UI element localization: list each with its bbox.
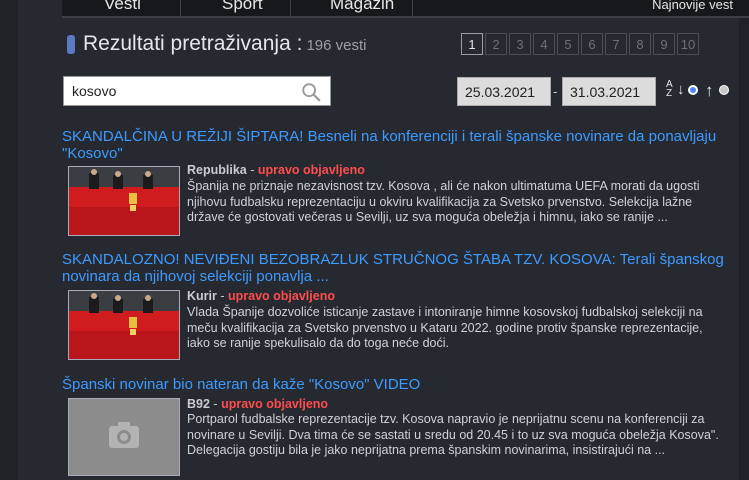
sort-alphabetical-radio[interactable] [688,85,698,95]
nav-divider [290,0,291,16]
article-source[interactable]: Republika [187,163,247,177]
page-button-5[interactable]: 5 [557,33,579,55]
article-source[interactable]: B92 [187,397,210,411]
sort-down-arrow-icon: ↓ [677,81,685,98]
press-conference-image [69,167,179,235]
nav-item-sport[interactable]: Sport [222,0,263,14]
article-thumbnail[interactable] [68,166,180,236]
sort-date-up-arrow-icon[interactable]: ↑ [705,81,714,101]
header-accent-bar [67,35,75,54]
press-conference-image [69,291,179,359]
article-thumbnail-placeholder[interactable] [68,398,180,476]
article-excerpt: Vlada Španije dozvoliće isticanje zastav… [187,305,703,351]
page-edge-right [739,0,749,480]
nav-divider [180,0,181,16]
page-button-3[interactable]: 3 [509,33,531,55]
results-count: 196 vesti [306,37,367,54]
date-to-field[interactable]: 31.03.2021 [562,77,656,106]
nav-item-najnovije[interactable]: Najnovije vest [652,0,733,12]
page-button-6[interactable]: 6 [581,33,603,55]
article-meta: Kurir - upravo objavljeno [187,289,335,304]
nav-item-vesti[interactable]: Vesti [104,0,141,14]
article-excerpt: Španija ne priznaje nezavisnost tzv. Kos… [187,179,700,225]
date-from-field[interactable]: 25.03.2021 [457,77,551,106]
page-edge-left [0,0,18,480]
article-excerpt: Portparol fudbalske reprezentacije tzv. … [187,412,719,458]
meta-separator: - [250,163,255,177]
meta-separator: - [220,289,225,303]
search-input[interactable] [72,83,292,99]
article-badge: upravo objavljeno [257,163,365,177]
page-button-2[interactable]: 2 [485,33,507,55]
top-navigation: Vesti Sport Magazin Najnovije vest [62,0,749,18]
sort-date-radio[interactable] [719,85,729,95]
article-meta: Republika - upravo objavljeno [187,163,365,178]
article-title[interactable]: SKANDALOZNO! NEVIĐENI BEZOBRAZLUK STRUČN… [62,251,742,285]
results-title: Rezultati pretraživanja :196 vesti [83,32,366,56]
search-box [63,76,331,106]
page-button-8[interactable]: 8 [629,33,651,55]
article-badge: upravo objavljeno [221,397,329,411]
page-button-10[interactable]: 10 [677,33,699,55]
meta-separator: - [213,397,218,411]
article-thumbnail[interactable] [68,290,180,360]
page-button-7[interactable]: 7 [605,33,627,55]
nav-item-magazin[interactable]: Magazin [330,0,394,14]
page-button-9[interactable]: 9 [653,33,675,55]
article-badge: upravo objavljeno [228,289,335,303]
camera-icon [109,422,139,448]
results-title-text: Rezultati pretraživanja : [83,32,303,55]
page-button-4[interactable]: 4 [533,33,555,55]
nav-divider [412,0,413,16]
date-separator: - [553,84,558,99]
article-meta: B92 - upravo objavljeno [187,397,328,412]
article-source[interactable]: Kurir [187,289,217,303]
article-title[interactable]: Španski novinar bio nateran da kaže "Kos… [62,376,742,393]
page-button-1[interactable]: 1 [461,33,483,55]
pagination: 1 2 3 4 5 6 7 8 9 10 [461,33,701,55]
search-icon[interactable] [300,81,322,103]
article-title[interactable]: SKANDALČINA U REŽIJI ŠIPTARA! Besneli na… [62,128,742,162]
